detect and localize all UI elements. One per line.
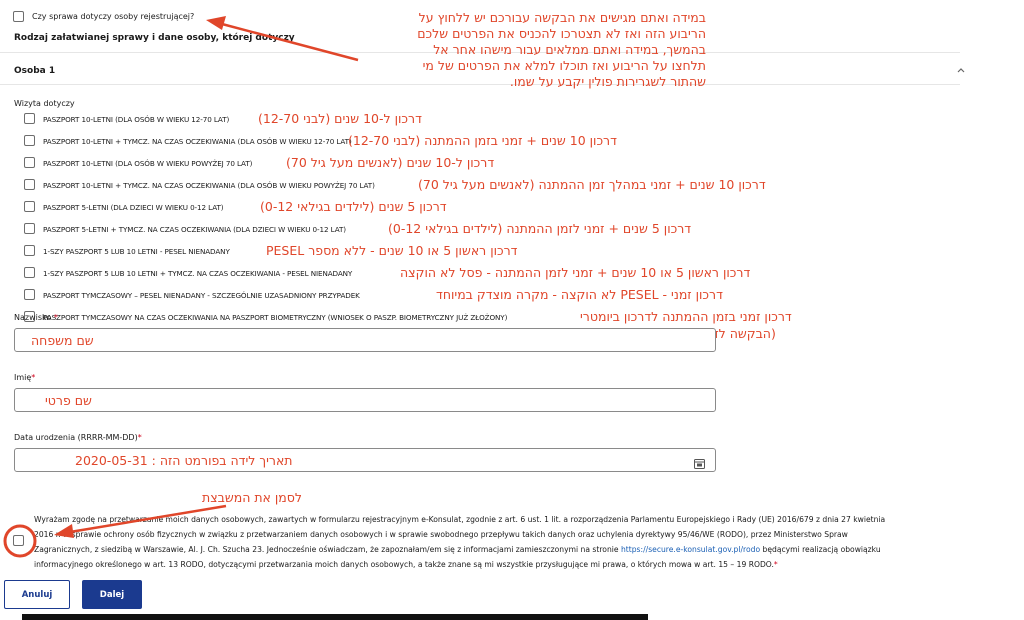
annotation-circle bbox=[3, 524, 37, 558]
annotation-arrow-top bbox=[206, 16, 359, 62]
annotation-overlay bbox=[3, 16, 359, 558]
annotation-arrow-consent bbox=[54, 504, 227, 538]
